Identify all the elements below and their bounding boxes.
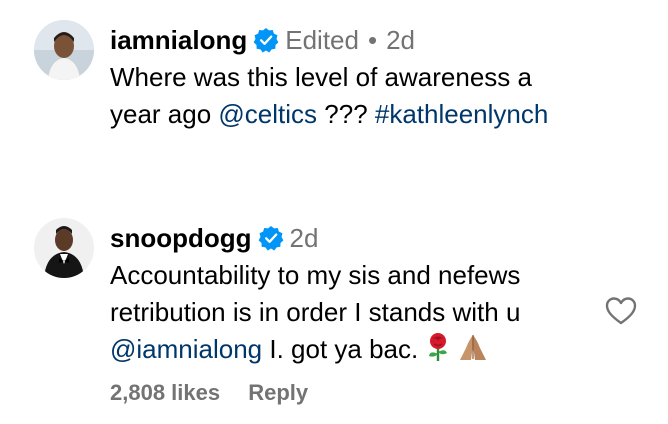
comment-actions: 2,808 likes Reply (110, 380, 308, 406)
likes-count[interactable]: 2,808 likes (110, 380, 220, 406)
timestamp[interactable]: 2d (290, 221, 319, 255)
comment-text-line: @iamnialong I. got ya bac. (110, 331, 590, 372)
avatar-snoopdogg[interactable] (34, 218, 94, 278)
comment-text: Where was this level of awareness a year… (110, 59, 590, 133)
verified-badge-icon (253, 27, 279, 53)
edited-label: Edited (285, 25, 359, 55)
timestamp[interactable]: 2d (386, 23, 415, 57)
text-fragment: ??? (317, 99, 375, 129)
reply-button[interactable]: Reply (248, 380, 308, 406)
username[interactable]: snoopdogg (110, 221, 252, 255)
text-fragment: I. got ya bac. (262, 334, 419, 364)
avatar-iamnialong[interactable] (34, 20, 94, 80)
comment-header: snoopdogg 2d (110, 221, 590, 255)
avatar-image (34, 218, 94, 278)
comment-text-line: retribution is in order I stands with u (110, 297, 521, 327)
separator-dot: • (367, 25, 378, 55)
comment-header: iamnialong Edited • 2d (110, 23, 590, 57)
rose-icon (424, 332, 452, 372)
hashtag-link[interactable]: #kathleenlynch (375, 99, 548, 129)
text-fragment: year ago (110, 99, 219, 129)
mention-link[interactable]: @celtics (218, 99, 317, 129)
heart-icon[interactable] (605, 296, 637, 326)
verified-badge-icon (258, 225, 284, 251)
comment-text-line: year ago @celtics ??? #kathleenlynch (110, 96, 590, 133)
comment-text-line: Accountability to my sis and nefews (110, 260, 521, 290)
mention-link[interactable]: @iamnialong (110, 334, 262, 364)
avatar-image (34, 20, 94, 80)
comment-text: Accountability to my sis and nefews retr… (110, 257, 590, 372)
folded-hands-icon (458, 332, 488, 372)
username[interactable]: iamnialong (110, 23, 247, 57)
comment-text-line: Where was this level of awareness a (110, 62, 532, 92)
